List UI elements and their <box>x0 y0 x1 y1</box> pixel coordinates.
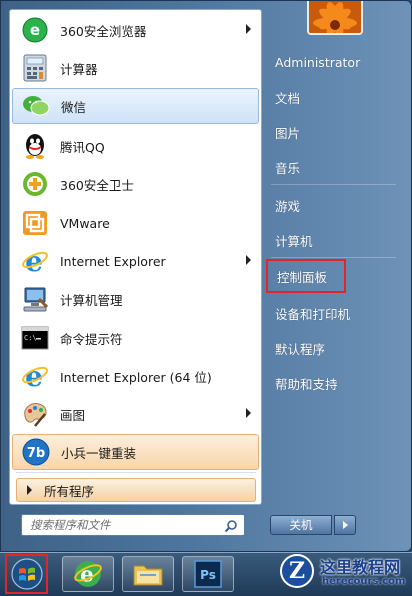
vmware-icon <box>20 208 50 238</box>
paint-icon <box>20 399 50 429</box>
calculator-icon <box>20 53 50 83</box>
program-label: 计算器 <box>60 61 98 77</box>
svg-text:e: e <box>30 21 40 39</box>
divider <box>16 472 256 473</box>
shutdown-options-button[interactable] <box>334 515 356 535</box>
program-label: 命令提示符 <box>60 331 123 347</box>
program-item-xiaobing-reinstall[interactable]: 7b 小兵一键重装 <box>12 434 259 470</box>
shutdown-label: 关机 <box>289 518 313 532</box>
search-box[interactable] <box>21 514 245 536</box>
watermark: Z 这里教程网 herecours.com <box>276 550 412 596</box>
cmd-icon: C:\ <box>20 323 50 353</box>
right-link-default-programs[interactable]: 默认程序 <box>266 334 402 362</box>
right-link-devices-printers[interactable]: 设备和打印机 <box>266 299 402 327</box>
photoshop-label: Ps <box>200 568 216 582</box>
right-link-games[interactable]: 游戏 <box>266 191 402 219</box>
program-label: 画图 <box>60 407 86 423</box>
program-label: Internet Explorer <box>60 253 166 269</box>
ie-icon: e <box>20 361 50 391</box>
wechat-icon <box>21 91 51 121</box>
right-link-label: 帮助和支持 <box>275 376 338 392</box>
screen: e 360安全浏览器 计算器 微信 腾讯QQ 360安全卫士 VMware e … <box>0 0 412 596</box>
watermark-title: 这里教程网 <box>320 558 401 577</box>
svg-text:e: e <box>25 362 43 390</box>
start-button[interactable] <box>5 554 48 594</box>
program-item-vmware[interactable]: VMware <box>12 205 259 241</box>
program-item-qq[interactable]: 腾讯QQ <box>12 128 259 164</box>
program-label: 小兵一键重装 <box>61 445 137 461</box>
360-safeguard-icon <box>20 169 50 199</box>
arrow-right-icon <box>27 485 32 495</box>
taskbar-explorer-button[interactable] <box>122 556 174 592</box>
program-item-wechat[interactable]: 微信 <box>12 88 259 124</box>
program-label: 计算机管理 <box>60 292 123 308</box>
photoshop-icon: Ps <box>194 560 222 588</box>
computer-management-icon <box>20 284 50 314</box>
right-link-label: 默认程序 <box>275 341 326 357</box>
360-browser-icon: e <box>20 15 50 45</box>
program-item-360-safeguard[interactable]: 360安全卫士 <box>12 166 259 202</box>
right-link-label: 图片 <box>275 125 301 141</box>
right-link-label: 控制面板 <box>277 269 328 285</box>
program-label: 腾讯QQ <box>60 139 105 155</box>
search-icon[interactable] <box>224 518 238 533</box>
svg-text:7b: 7b <box>27 446 45 461</box>
shutdown-button[interactable]: 关机 <box>270 515 332 535</box>
ie-icon: e <box>20 246 50 276</box>
right-link-label: 计算机 <box>275 233 313 249</box>
program-label: 360安全卫士 <box>60 177 134 193</box>
search-input[interactable] <box>30 518 220 532</box>
svg-text:e: e <box>25 247 43 275</box>
right-link-label: 文档 <box>275 90 301 106</box>
program-label: 360安全浏览器 <box>60 23 147 39</box>
program-item-computer-management[interactable]: 计算机管理 <box>12 281 259 317</box>
program-label: Internet Explorer (64 位) <box>60 369 212 385</box>
right-link-control-panel[interactable]: 控制面板 <box>266 259 346 293</box>
watermark-logo: Z <box>280 554 314 588</box>
right-link-label: 设备和打印机 <box>275 306 351 322</box>
program-item-internet-explorer-64[interactable]: e Internet Explorer (64 位) <box>12 358 259 394</box>
program-item-internet-explorer[interactable]: e Internet Explorer <box>12 243 259 279</box>
program-item-paint[interactable]: 画图 <box>12 396 259 432</box>
right-link-label: 音乐 <box>275 160 301 176</box>
start-menu: e 360安全浏览器 计算器 微信 腾讯QQ 360安全卫士 VMware e … <box>0 0 412 552</box>
svg-text:C:\: C:\ <box>24 334 37 342</box>
right-link-label: Administrator <box>275 54 361 70</box>
ie-icon: e <box>74 561 102 588</box>
taskbar-photoshop-button[interactable]: Ps <box>182 556 234 592</box>
submenu-arrow-icon[interactable] <box>246 408 251 418</box>
program-item-calculator[interactable]: 计算器 <box>12 50 259 86</box>
qq-icon <box>20 131 50 161</box>
right-link-computer[interactable]: 计算机 <box>266 226 402 254</box>
start-orb-icon <box>10 558 43 590</box>
taskbar-ie-button[interactable]: e <box>62 556 114 592</box>
right-link-label: 游戏 <box>275 198 301 214</box>
program-item-360-browser[interactable]: e 360安全浏览器 <box>12 12 259 48</box>
all-programs-button[interactable]: 所有程序 <box>16 478 256 502</box>
watermark-url: herecours.com <box>322 576 406 587</box>
xiaobing-icon: 7b <box>21 437 51 467</box>
right-link-pictures[interactable]: 图片 <box>266 118 402 146</box>
submenu-arrow-icon[interactable] <box>246 255 251 265</box>
program-label: VMware <box>60 215 110 231</box>
submenu-arrow-icon[interactable] <box>246 24 251 34</box>
right-link-music[interactable]: 音乐 <box>266 153 402 181</box>
program-list-panel: e 360安全浏览器 计算器 微信 腾讯QQ 360安全卫士 VMware e … <box>9 9 262 505</box>
arrow-right-icon <box>342 521 348 529</box>
user-picture[interactable] <box>307 1 363 35</box>
program-item-command-prompt[interactable]: C:\ 命令提示符 <box>12 320 259 356</box>
right-link-administrator[interactable]: Administrator <box>266 48 402 76</box>
right-link-help-support[interactable]: 帮助和支持 <box>266 369 402 397</box>
divider <box>271 257 396 258</box>
right-link-documents[interactable]: 文档 <box>266 83 402 111</box>
program-label: 微信 <box>61 99 87 115</box>
all-programs-label: 所有程序 <box>44 483 95 499</box>
divider <box>271 184 396 185</box>
file-explorer-icon <box>133 565 163 586</box>
